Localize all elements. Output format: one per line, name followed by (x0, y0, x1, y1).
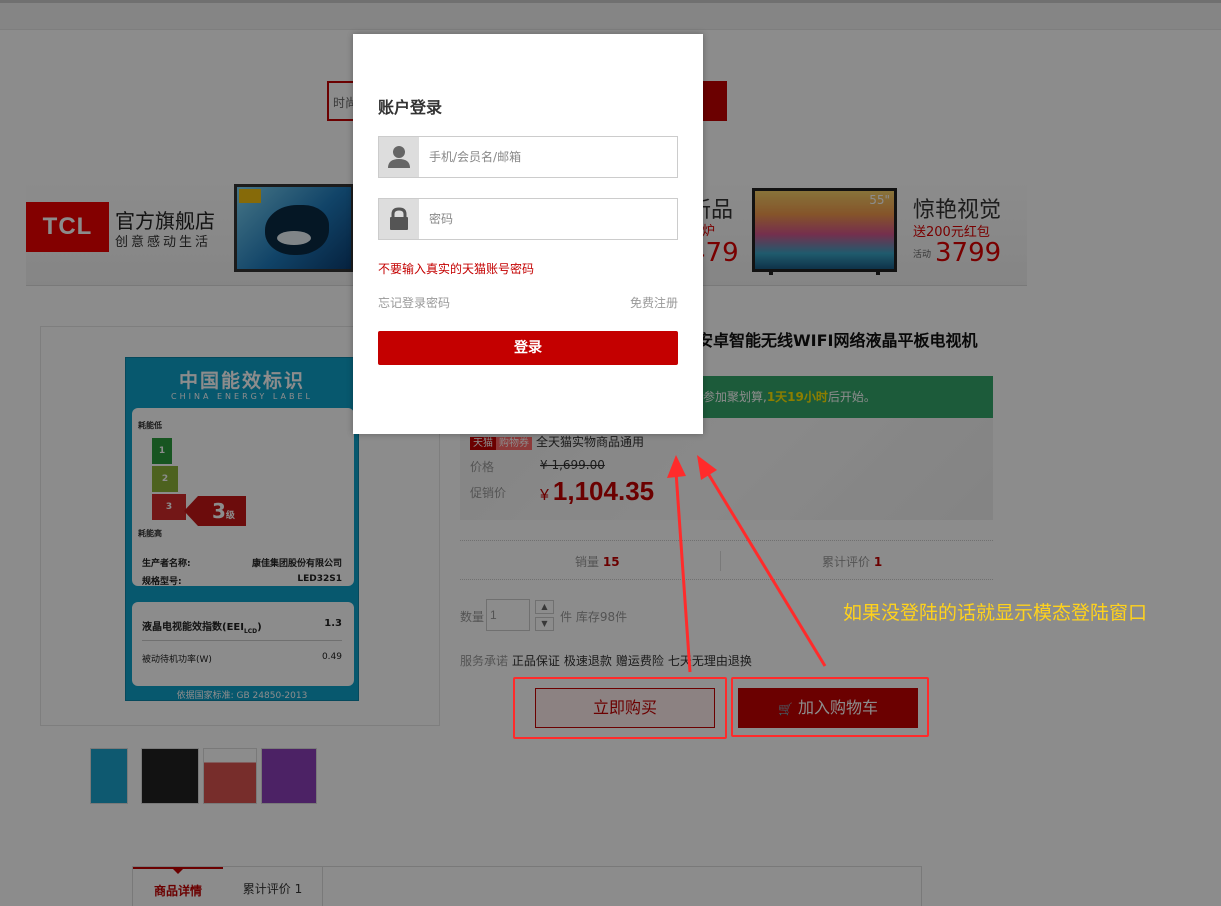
annotation-arrows (667, 455, 827, 673)
arrow-line-2 (704, 469, 827, 667)
arrow-head-1 (667, 455, 686, 478)
arrow-head-2 (697, 455, 717, 480)
arrow-line-1 (674, 471, 692, 673)
annotation-text: 如果没登陆的话就显示模态登陆窗口 (843, 602, 1148, 624)
